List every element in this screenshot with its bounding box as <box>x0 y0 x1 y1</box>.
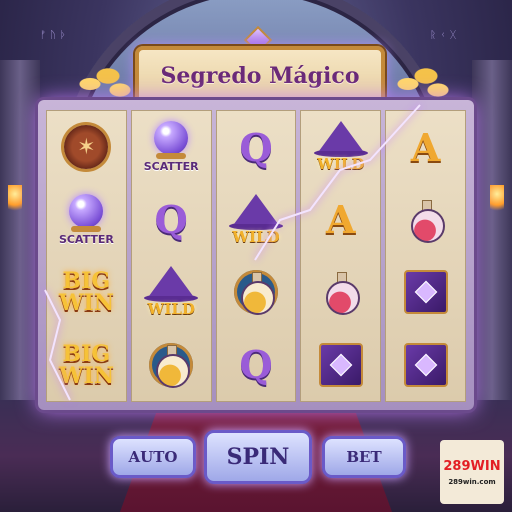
gold-coins-left-icon <box>72 60 132 100</box>
potion-red-icon <box>324 272 360 316</box>
reel-cell <box>386 329 465 402</box>
wild-label: WILD <box>147 300 195 319</box>
bet-button[interactable]: BET <box>322 436 406 478</box>
q-symbol: Q <box>154 197 188 243</box>
crystal-ball-base <box>156 153 187 160</box>
reel-grid: ✶ SCATTER BIG WIN BIG WIN SCATTER Q WILD Q WILD Q WI… <box>46 110 466 402</box>
reel-cell <box>386 256 465 329</box>
spellbook-icon <box>403 270 448 315</box>
book-gem-icon <box>329 353 353 377</box>
potion-body <box>325 281 360 316</box>
a-symbol: A <box>326 197 356 243</box>
logo-url-text: 289win.com <box>448 477 496 486</box>
reel-cell: Q <box>132 184 211 257</box>
spellbook-icon <box>318 342 363 387</box>
wizard-hat-icon <box>149 266 194 297</box>
left-torch-icon <box>8 185 22 215</box>
rune-decoration-left: ᚠᚢᚦ <box>40 30 70 41</box>
reel-column: ✶ SCATTER BIG WIN BIG WIN <box>46 110 127 402</box>
big-win-symbol: BIG WIN <box>59 343 114 387</box>
right-torch-icon <box>490 185 504 215</box>
reel-column: Q WILD Q <box>215 110 297 402</box>
potion-body <box>240 281 275 316</box>
spin-button[interactable]: SPIN <box>204 430 312 484</box>
reel-cell: A <box>386 111 465 184</box>
potion-red-icon <box>409 199 445 243</box>
reel-cell: BIG WIN <box>47 329 126 402</box>
wild-symbol: WILD <box>228 193 283 246</box>
title-banner: Segredo Mágico <box>135 46 385 106</box>
reel-cell <box>132 329 211 402</box>
wizard-hat-icon <box>318 121 363 152</box>
wild-label: WILD <box>317 155 365 174</box>
brand-logo: 289WIN 289win.com <box>440 440 504 504</box>
gold-potion-symbol <box>233 270 278 316</box>
left-pillar <box>0 60 40 420</box>
rune-decoration-right: ᚱᚲᚷ <box>430 30 460 41</box>
reel-cell: WILD <box>301 111 380 184</box>
reel-column: WILD A <box>300 110 382 402</box>
auto-button[interactable]: AUTO <box>110 436 196 478</box>
q-symbol: Q <box>239 342 273 388</box>
potion-body <box>410 208 445 243</box>
potion-body <box>156 353 191 388</box>
scatter-label: SCATTER <box>143 160 199 174</box>
potion-gold-icon <box>154 344 191 388</box>
wild-symbol: WILD <box>313 121 368 174</box>
big-win-symbol: BIG WIN <box>59 270 114 314</box>
crystal-ball-icon <box>154 121 189 156</box>
reel-cell: WILD <box>132 256 211 329</box>
reel-cell <box>301 256 380 329</box>
book-gem-icon <box>414 353 437 377</box>
wizard-hat-icon <box>233 193 278 224</box>
reel-cell: BIG WIN <box>47 256 126 329</box>
gold-potion-symbol <box>149 342 194 388</box>
game-title: Segredo Mágico <box>160 63 360 89</box>
a-symbol: A <box>410 124 441 170</box>
reel-cell: Q <box>217 111 296 184</box>
reel-cell: SCATTER <box>47 184 126 257</box>
potion-gold-icon <box>239 272 275 316</box>
reel-cell: Q <box>217 329 296 402</box>
scatter-symbol: SCATTER <box>144 121 199 173</box>
q-symbol: Q <box>239 124 273 170</box>
reel-cell: WILD <box>217 184 296 257</box>
big-win-line1: BIG <box>62 340 111 367</box>
book-gem-icon <box>414 280 437 304</box>
reel-cell <box>386 184 465 257</box>
reel-cell: SCATTER <box>132 111 211 184</box>
scatter-symbol: SCATTER <box>58 193 114 246</box>
reel-cell <box>301 329 380 402</box>
right-pillar <box>472 60 512 420</box>
spellbook-icon <box>403 342 448 387</box>
reel-cell <box>217 256 296 329</box>
crystal-ball-base <box>71 225 102 232</box>
dragon-icon: ✶ <box>64 125 109 170</box>
reel-cell: A <box>301 184 380 257</box>
reel-cell: ✶ <box>47 111 126 184</box>
wild-label: WILD <box>232 227 280 246</box>
big-win-line2: WIN <box>58 362 114 389</box>
logo-main-text: 289WIN <box>443 458 501 474</box>
gold-coins-right-icon <box>390 60 450 100</box>
wild-symbol: WILD <box>144 266 199 319</box>
scatter-label: SCATTER <box>58 232 114 246</box>
reel-column: A <box>385 110 466 402</box>
big-win-line2: WIN <box>58 290 114 317</box>
reel-column: SCATTER Q WILD <box>130 110 212 402</box>
crystal-ball-icon <box>69 193 104 228</box>
big-win-line1: BIG <box>62 268 111 295</box>
